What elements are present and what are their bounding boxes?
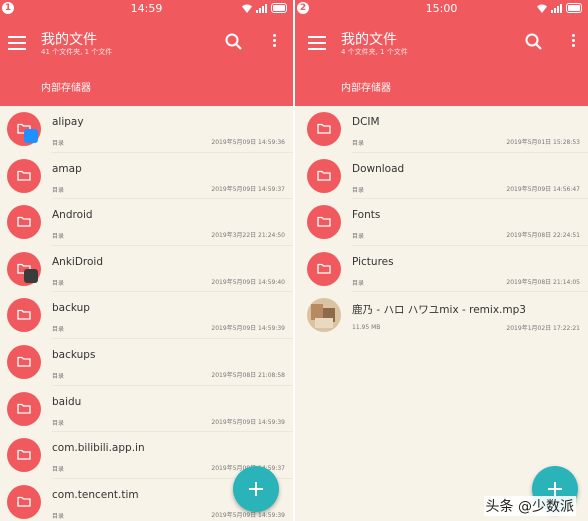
- item-name: Pictures: [352, 255, 394, 268]
- search-icon[interactable]: [224, 32, 244, 52]
- list-item[interactable]: Pictures 目录 2019年5月08日 21:14:05: [295, 246, 588, 293]
- more-vert-icon[interactable]: [568, 32, 578, 52]
- menu-icon[interactable]: [8, 36, 26, 50]
- breadcrumb[interactable]: 内部存储器: [41, 79, 91, 94]
- file-list: alipay 目录 2019年5月09日 14:59:36 amap 目录 20…: [0, 106, 293, 521]
- page-subtitle: 4 个文件夹, 1 个文件: [341, 48, 408, 56]
- folder-icon: [307, 112, 341, 146]
- item-size: 11.95 MB: [352, 324, 381, 332]
- list-item[interactable]: backups 目录 2019年5月08日 21:08:58: [0, 339, 293, 386]
- folder-icon: [7, 158, 41, 193]
- item-name: backups: [52, 348, 96, 361]
- item-date: 2019年5月09日 14:59:39: [211, 418, 285, 426]
- status-bar: 2 15:00: [295, 0, 588, 18]
- folder-icon: [7, 205, 41, 240]
- watermark: 头条 @少数派: [483, 496, 576, 516]
- item-type: 目录: [52, 140, 65, 147]
- wifi-icon: [242, 4, 252, 13]
- item-date: 2019年3月22日 21:24:50: [211, 232, 285, 240]
- menu-icon[interactable]: [308, 36, 326, 50]
- page-subtitle: 41 个文件夹, 1 个文件: [41, 48, 113, 56]
- add-icon[interactable]: [233, 466, 279, 512]
- list-item[interactable]: DCIM 目录 2019年5月01日 15:28:53: [295, 106, 588, 153]
- file-list: DCIM 目录 2019年5月01日 15:28:53 Download 目录 …: [295, 106, 588, 339]
- item-type: 目录: [352, 186, 365, 194]
- item-type: 目录: [352, 279, 365, 287]
- app-header: 2 15:00 我的文件 4 个文件夹, 1 个文件 内部存储器: [295, 0, 588, 106]
- list-item[interactable]: alipay 目录 2019年5月09日 14:59:36: [0, 106, 293, 153]
- item-date: 2019年5月09日 14:59:40: [211, 278, 285, 286]
- item-date: 2019年5月08日 21:14:05: [506, 278, 580, 286]
- item-type: 目录: [352, 233, 365, 241]
- item-type: 目录: [52, 372, 65, 380]
- folder-icon: [307, 158, 341, 193]
- list-item[interactable]: amap 目录 2019年5月09日 14:59:37: [0, 153, 293, 200]
- album-art-thumbnail: [307, 298, 341, 333]
- item-type: 目录: [52, 419, 65, 427]
- item-name: com.bilibili.app.in: [52, 442, 145, 455]
- breadcrumb[interactable]: 内部存储器: [341, 79, 391, 94]
- item-name: Fonts: [352, 209, 381, 222]
- list-item[interactable]: Download 目录 2019年5月09日 14:56:47: [295, 153, 588, 200]
- list-item[interactable]: AnkiDroid 目录 2019年5月09日 14:59:40: [0, 246, 293, 293]
- item-date: 2019年5月09日 14:59:37: [211, 185, 285, 193]
- item-name: amap: [52, 162, 82, 175]
- status-bar: 1 14:59: [0, 0, 293, 18]
- toolbar: 我的文件 41 个文件夹, 1 个文件: [0, 26, 293, 62]
- item-name: DCIM: [352, 116, 380, 128]
- item-date: 2019年5月01日 15:28:53: [506, 139, 580, 146]
- app-header: 1 14:59 我的文件 41 个文件夹, 1 个文件 内部存储器: [0, 0, 293, 106]
- list-item[interactable]: 鹿乃 - ハロ ハワユmix - remix.mp3 11.95 MB 2019…: [295, 292, 588, 339]
- more-vert-icon[interactable]: [269, 32, 279, 52]
- wifi-icon: [537, 4, 547, 13]
- folder-icon: [7, 438, 41, 473]
- item-name: alipay: [52, 116, 84, 128]
- battery-icon: [566, 3, 582, 13]
- item-date: 2019年5月08日 22:24:51: [506, 232, 580, 240]
- folder-icon: [7, 344, 41, 379]
- item-type: 目录: [52, 186, 65, 194]
- item-type: 目录: [352, 140, 365, 147]
- item-date: 2019年1月02日 17:22:21: [506, 325, 580, 333]
- item-name: com.tencent.tim: [52, 488, 139, 501]
- list-item[interactable]: baidu 目录 2019年5月09日 14:59:39: [0, 386, 293, 433]
- page-title: 我的文件: [341, 32, 397, 48]
- left-screen: 1 14:59 我的文件 41 个文件夹, 1 个文件 内部存储器 alipay…: [0, 0, 293, 521]
- folder-icon: [307, 251, 341, 286]
- list-item[interactable]: backup 目录 2019年5月09日 14:59:39: [0, 292, 293, 339]
- item-type: 目录: [52, 466, 65, 474]
- item-type: 目录: [52, 326, 65, 334]
- item-name: AnkiDroid: [52, 255, 104, 268]
- folder-icon: [7, 298, 41, 333]
- item-date: 2019年5月09日 14:59:39: [211, 325, 285, 333]
- battery-icon: [271, 3, 287, 13]
- right-screen: 2 15:00 我的文件 4 个文件夹, 1 个文件 内部存储器 DCIM 目录…: [295, 0, 588, 521]
- toolbar: 我的文件 4 个文件夹, 1 个文件: [295, 26, 588, 62]
- list-item[interactable]: Fonts 目录 2019年5月08日 22:24:51: [295, 199, 588, 246]
- item-type: 目录: [52, 279, 65, 287]
- item-name: Download: [352, 162, 405, 175]
- item-date: 2019年5月08日 21:08:58: [211, 371, 285, 379]
- alipay-app-icon: [24, 129, 38, 143]
- signal-icon: [551, 3, 562, 13]
- folder-icon: [7, 391, 41, 426]
- item-date: 2019年5月09日 14:59:36: [211, 139, 285, 146]
- search-icon[interactable]: [524, 32, 544, 52]
- ankidroid-app-icon: [24, 268, 38, 283]
- item-date: 2019年5月09日 14:56:47: [506, 185, 580, 193]
- list-item[interactable]: Android 目录 2019年3月22日 21:24:50: [0, 199, 293, 246]
- page-title: 我的文件: [41, 32, 97, 48]
- item-date: 2019年5月09日 14:59:39: [211, 511, 285, 519]
- item-type: 目录: [52, 233, 65, 241]
- item-name: backup: [52, 302, 90, 315]
- item-name: 鹿乃 - ハロ ハワユmix - remix.mp3: [352, 304, 526, 317]
- folder-icon: [307, 205, 341, 240]
- item-type: 目录: [52, 512, 65, 520]
- item-name: Android: [52, 209, 93, 222]
- item-name: baidu: [52, 395, 82, 408]
- folder-icon: [7, 484, 41, 519]
- signal-icon: [256, 3, 267, 13]
